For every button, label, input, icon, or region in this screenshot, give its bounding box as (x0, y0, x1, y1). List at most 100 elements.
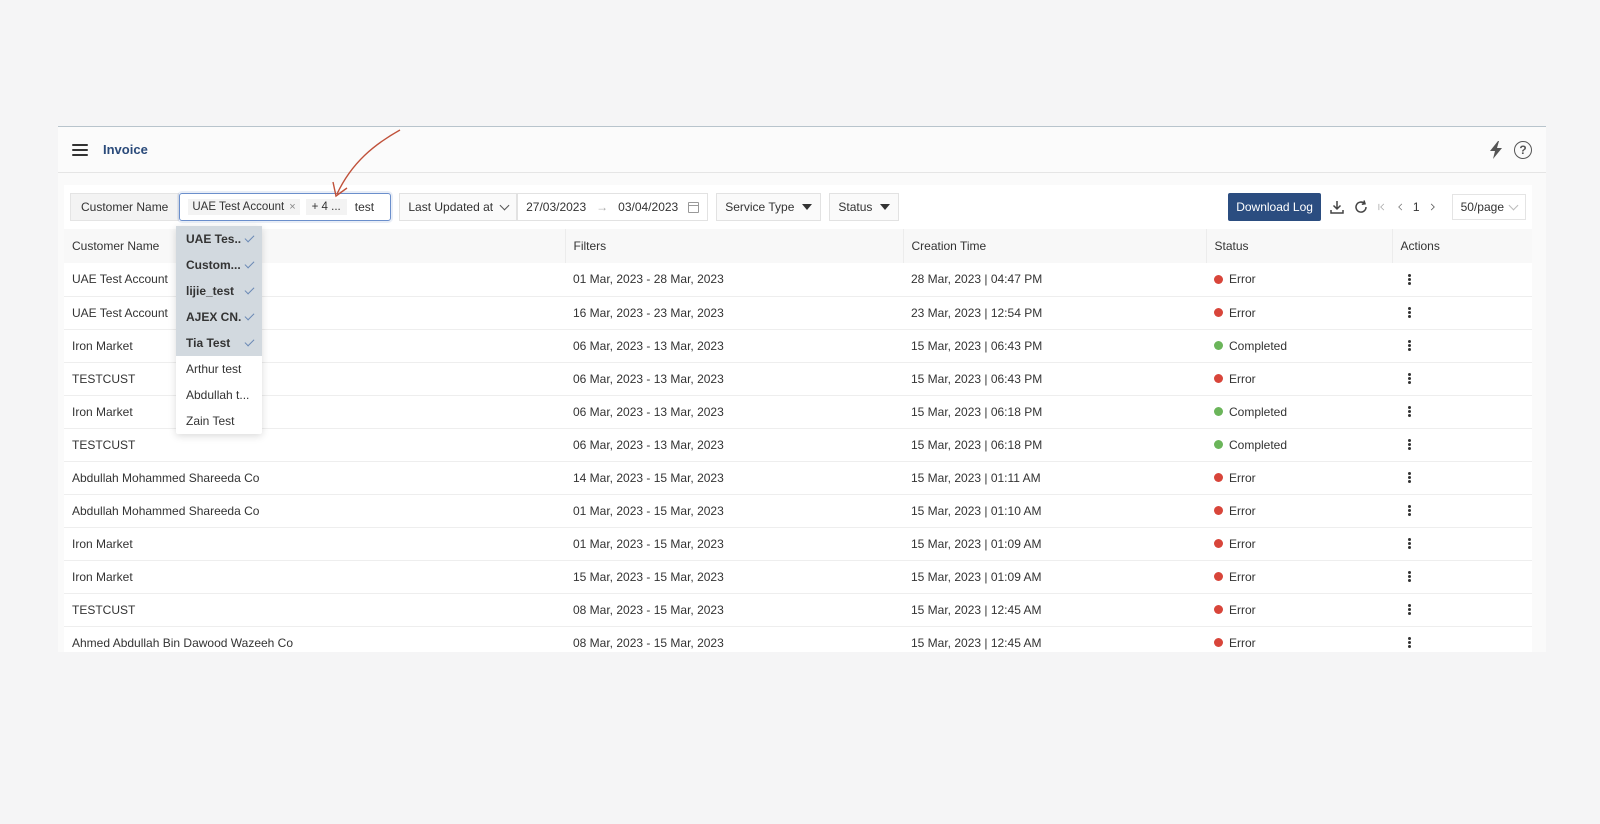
cell-actions (1392, 263, 1532, 296)
service-type-select[interactable]: Service Type (716, 193, 822, 221)
selected-tag-label: UAE Test Account (192, 201, 285, 213)
table-row[interactable]: TESTCUST 08 Mar, 2023 - 15 Mar, 2023 15 Ma… (64, 593, 1532, 626)
dropdown-option[interactable]: UAE Tes... (176, 226, 262, 252)
status-dot (1214, 440, 1223, 449)
cell-customer: Iron Market (72, 569, 133, 584)
dropdown-option[interactable]: Tia Test (176, 330, 262, 356)
status-dot (1214, 407, 1223, 416)
status-dot (1214, 274, 1223, 284)
status-label: Status (838, 200, 873, 214)
kebab-icon[interactable] (1408, 307, 1411, 318)
dropdown-option-label: Zain Test (186, 414, 235, 428)
date-to[interactable]: 03/04/2023 (618, 200, 678, 214)
chevron-down-icon (499, 200, 510, 210)
dropdown-option[interactable]: Custom... (176, 252, 262, 278)
kebab-icon[interactable] (1408, 373, 1411, 384)
column-header-creation-time[interactable]: Creation Time (903, 229, 1207, 263)
kebab-icon[interactable] (1408, 273, 1411, 285)
dropdown-option[interactable]: Arthur test (176, 356, 262, 382)
status-text: Error (1229, 602, 1256, 617)
caret-down-icon (880, 204, 891, 210)
cell-actions (1392, 560, 1532, 593)
prev-page-icon[interactable] (1395, 199, 1405, 215)
cell-creation-time: 15 Mar, 2023 | 01:09 AM (911, 536, 1042, 551)
status-text: Error (1229, 272, 1256, 287)
invoice-app: Invoice ? Customer Name UAE Test Account… (58, 126, 1546, 652)
refresh-icon[interactable] (1353, 199, 1369, 215)
dropdown-option-label: Custom... (186, 258, 241, 272)
kebab-icon[interactable] (1408, 538, 1411, 549)
kebab-icon[interactable] (1408, 406, 1411, 417)
calendar-icon (688, 201, 700, 213)
table-row[interactable]: Abdullah Mohammed Shareeda Co 01 Mar, 202… (64, 494, 1532, 527)
table-row[interactable]: TESTCUST 06 Mar, 2023 - 13 Mar, 2023 15 Ma… (64, 362, 1532, 395)
date-range-picker[interactable]: 27/03/2023 → 03/04/2023 (517, 193, 709, 221)
current-page: 1 (1412, 200, 1420, 214)
status-dot (1214, 341, 1223, 350)
table-row[interactable]: Ahmed Abdullah Bin Dawood Wazeeh Co 08 Ma… (64, 626, 1532, 652)
table-row[interactable]: UAE Test Account 16 Mar, 2023 - 23 Mar, 2… (64, 296, 1532, 329)
status-text: Error (1229, 470, 1256, 485)
table-row[interactable]: Abdullah Mohammed Shareeda Co 14 Mar, 202… (64, 461, 1532, 494)
close-icon[interactable]: × (289, 201, 295, 213)
bolt-icon[interactable] (1488, 140, 1504, 159)
table-row[interactable]: Iron Market 06 Mar, 2023 - 13 Mar, 2023 15… (64, 395, 1532, 428)
table-row[interactable]: Iron Market 01 Mar, 2023 - 15 Mar, 2023 15… (64, 527, 1532, 560)
cell-actions (1392, 428, 1532, 461)
date-from[interactable]: 27/03/2023 (526, 200, 586, 214)
column-header-customer[interactable]: Customer Name (64, 229, 566, 263)
caret-down-icon (802, 204, 813, 210)
page-size-label: 50/page (1460, 200, 1504, 214)
cell-actions (1392, 362, 1532, 395)
page-size-select[interactable]: 50/page (1451, 194, 1526, 220)
status-dot (1214, 374, 1223, 383)
column-header-filters[interactable]: Filters (565, 229, 904, 263)
status-text: Error (1229, 305, 1256, 320)
first-page-icon[interactable] (1377, 199, 1387, 215)
dropdown-option[interactable]: lijie_test (176, 278, 262, 304)
menu-icon[interactable] (72, 143, 88, 156)
dropdown-option-label: UAE Tes... (186, 232, 241, 246)
status-select[interactable]: Status (829, 193, 900, 221)
cell-creation-time: 15 Mar, 2023 | 06:18 PM (911, 404, 1043, 419)
dropdown-option[interactable]: AJEX CN... (176, 304, 262, 330)
cell-status: Error (1206, 263, 1392, 296)
cell-creation-time: 15 Mar, 2023 | 06:18 PM (911, 437, 1043, 452)
cell-status: Error (1206, 296, 1392, 329)
cell-status: Completed (1206, 329, 1392, 362)
kebab-icon[interactable] (1408, 439, 1411, 450)
table-row[interactable]: Iron Market 15 Mar, 2023 - 15 Mar, 2023 15… (64, 560, 1532, 593)
cell-customer: Iron Market (72, 536, 133, 551)
chevron-down-icon (1508, 200, 1519, 210)
customer-search-input[interactable]: test (355, 200, 374, 214)
status-text: Completed (1229, 338, 1288, 353)
kebab-icon[interactable] (1408, 340, 1411, 351)
table-row[interactable]: UAE Test Account 01 Mar, 2023 - 28 Mar, 2… (64, 263, 1532, 296)
cell-customer: Abdullah Mohammed Shareeda Co (72, 503, 260, 518)
kebab-icon[interactable] (1408, 472, 1411, 483)
check-icon (244, 232, 255, 243)
cell-filters: 01 Mar, 2023 - 15 Mar, 2023 (573, 503, 724, 518)
table-row[interactable]: TESTCUST 06 Mar, 2023 - 13 Mar, 2023 15 Ma… (64, 428, 1532, 461)
kebab-icon[interactable] (1408, 571, 1411, 582)
kebab-icon[interactable] (1408, 505, 1411, 516)
table-row[interactable]: Iron Market 06 Mar, 2023 - 13 Mar, 2023 15… (64, 329, 1532, 362)
cell-status: Completed (1206, 428, 1392, 461)
next-page-icon[interactable] (1428, 199, 1438, 215)
cell-actions (1392, 626, 1532, 652)
customer-multi-select[interactable]: UAE Test Account × + 4 ... test (179, 193, 392, 221)
kebab-icon[interactable] (1408, 637, 1411, 648)
status-text: Completed (1229, 404, 1288, 419)
help-icon[interactable]: ? (1514, 140, 1532, 159)
dropdown-option[interactable]: Zain Test (176, 408, 262, 434)
date-field-select[interactable]: Last Updated at (399, 193, 518, 221)
cell-filters: 06 Mar, 2023 - 13 Mar, 2023 (573, 338, 724, 353)
column-header-status[interactable]: Status (1206, 229, 1393, 263)
dropdown-option[interactable]: Abdullah t... (176, 382, 262, 408)
cell-filters: 01 Mar, 2023 - 28 Mar, 2023 (573, 272, 724, 287)
download-log-button[interactable]: Download Log (1228, 193, 1321, 221)
dropdown-option-label: AJEX CN... (186, 310, 241, 324)
kebab-icon[interactable] (1408, 604, 1411, 615)
top-bar: Invoice ? (58, 127, 1546, 173)
download-icon[interactable] (1329, 199, 1345, 215)
